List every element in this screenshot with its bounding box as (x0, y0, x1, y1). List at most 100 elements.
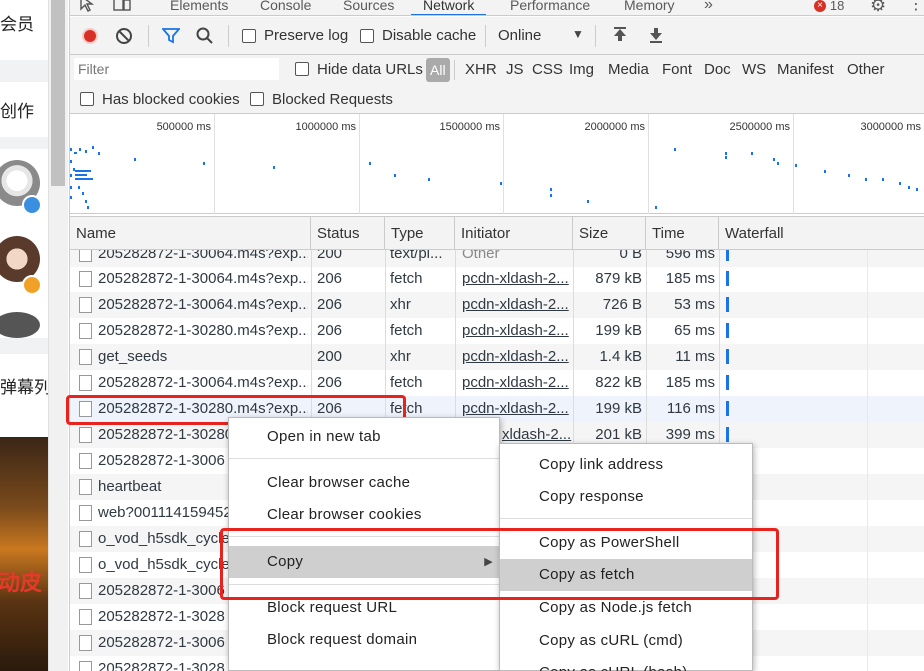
filter-type-js[interactable]: JS (506, 61, 524, 78)
network-overview-timeline[interactable]: 500000 ms 1000000 ms 1500000 ms 2000000 … (70, 114, 924, 214)
request-size: 879 kB (595, 270, 642, 287)
filter-type-all[interactable]: All (426, 58, 450, 82)
request-row[interactable]: 205282872-1-30064.m4s?exp... 200 text/pl… (70, 250, 924, 267)
error-count: 18 (829, 0, 845, 13)
webpage-scrollbar-thumb[interactable] (51, 0, 65, 186)
menu-item-copy-response[interactable]: Copy response (500, 481, 752, 513)
filter-type-media[interactable]: Media (608, 61, 649, 78)
column-header-status[interactable]: Status (311, 217, 385, 250)
filter-divider (454, 60, 455, 80)
menu-item-copy-as-curl-cmd[interactable]: Copy as cURL (cmd) (500, 625, 752, 657)
hide-data-urls-checkbox[interactable] (295, 62, 309, 76)
tab-console[interactable]: Console (260, 0, 311, 15)
disable-cache-checkbox[interactable] (360, 29, 374, 43)
tab-network[interactable]: Network (411, 0, 487, 15)
request-name: 205282872-1-3006 (98, 582, 225, 599)
column-header-waterfall[interactable]: Waterfall (719, 217, 924, 250)
toolbar-divider (485, 25, 486, 47)
waterfall-bar (726, 349, 729, 364)
filter-type-doc[interactable]: Doc (704, 61, 731, 78)
request-initiator[interactable]: pcdn-xldash-2... (462, 370, 572, 396)
background-webpage: 会员 创作 弹幕列 动皮 (0, 0, 48, 671)
request-name: 205282872-1-3028 (98, 608, 225, 625)
request-name: 205282872-1-30064.m4s?exp... (98, 296, 308, 313)
error-counter[interactable]: × 18 (814, 0, 845, 15)
filter-funnel-icon[interactable] (161, 28, 181, 47)
preserve-log-checkbox[interactable] (242, 29, 256, 43)
filter-type-xhr[interactable]: XHR (465, 61, 497, 78)
menu-separator (500, 518, 752, 519)
more-options-icon[interactable]: ⋮ (908, 0, 924, 15)
tab-memory[interactable]: Memory (624, 0, 675, 15)
filter-type-ws[interactable]: WS (742, 61, 766, 78)
search-icon[interactable] (196, 27, 214, 48)
disable-cache-label: Disable cache (382, 27, 477, 44)
filter-input[interactable] (74, 58, 279, 80)
file-icon (79, 427, 92, 443)
device-toolbar-icon[interactable] (112, 0, 132, 15)
user-avatar[interactable] (0, 312, 40, 338)
tab-sources[interactable]: Sources (343, 0, 394, 15)
column-header-name[interactable]: Name (70, 217, 311, 250)
request-time: 185 ms (665, 270, 715, 287)
clear-log-icon[interactable] (115, 27, 133, 48)
throttling-select[interactable]: Online (498, 27, 541, 44)
menu-item-open-new-tab[interactable]: Open in new tab (229, 421, 499, 453)
request-initiator[interactable]: pcdn-xldash-2... (462, 266, 572, 292)
filter-type-manifest[interactable]: Manifest (777, 61, 834, 78)
error-icon: × (814, 0, 826, 13)
request-size: 199 kB (595, 400, 642, 417)
webpage-divider (0, 338, 48, 354)
waterfall-bar (726, 250, 729, 261)
request-initiator[interactable]: pcdn-xldash-2... (462, 318, 572, 344)
blocked-requests-checkbox[interactable] (250, 92, 264, 106)
column-header-type[interactable]: Type (385, 217, 455, 250)
filter-type-font[interactable]: Font (662, 61, 692, 78)
record-button[interactable] (82, 28, 98, 44)
request-type: fetch (390, 374, 423, 391)
webpage-text: 创作 (0, 102, 34, 121)
export-har-icon[interactable] (648, 26, 664, 47)
menu-item-clear-browser-cookies[interactable]: Clear browser cookies (229, 499, 499, 531)
request-row[interactable]: 205282872-1-30064.m4s?exp... 206 xhr pcd… (70, 292, 924, 318)
request-row[interactable]: 205282872-1-30064.m4s?exp... 206 fetch p… (70, 266, 924, 292)
filter-type-css[interactable]: CSS (532, 61, 563, 78)
verified-badge-icon (22, 195, 42, 215)
menu-item-copy-as-curl-bash[interactable]: Copy as cURL (bash) (500, 657, 752, 671)
file-icon (79, 583, 92, 599)
request-row[interactable]: 205282872-1-30064.m4s?exp... 206 fetch p… (70, 370, 924, 396)
file-icon (79, 453, 92, 469)
request-time: 116 ms (666, 400, 715, 417)
column-header-size[interactable]: Size (573, 217, 646, 250)
toolbar-divider (595, 25, 596, 47)
file-icon (79, 505, 92, 521)
request-name: 205282872-1-30064.m4s?exp... (98, 250, 308, 262)
filter-bar: Hide data URLs All XHR JS CSS Img Media … (70, 55, 924, 85)
file-icon (79, 349, 92, 365)
column-header-time[interactable]: Time (646, 217, 719, 250)
request-initiator[interactable]: pcdn-xldash-2... (462, 344, 572, 370)
request-row[interactable]: get_seeds 200 xhr pcdn-xldash-2... 1.4 k… (70, 344, 924, 370)
import-har-icon[interactable] (612, 26, 628, 47)
menu-item-copy-link-address[interactable]: Copy link address (500, 449, 752, 481)
inspect-element-icon[interactable] (78, 0, 96, 15)
menu-item-block-request-domain[interactable]: Block request domain (229, 624, 499, 656)
has-blocked-cookies-checkbox[interactable] (80, 92, 94, 106)
tab-elements[interactable]: Elements (170, 0, 228, 15)
request-initiator[interactable]: pcdn-xldash-2... (462, 292, 572, 318)
file-icon (79, 297, 92, 313)
settings-gear-icon[interactable]: ⚙ (870, 0, 886, 15)
request-row[interactable]: 205282872-1-30280.m4s?exp... 206 fetch p… (70, 318, 924, 344)
request-type: fetch (390, 270, 423, 287)
devtools-tabbar: Elements Console Sources Network Perform… (70, 0, 924, 16)
menu-separator (229, 458, 499, 459)
chevron-down-icon[interactable]: ▼ (572, 27, 584, 41)
more-tabs-button[interactable]: » (704, 0, 713, 15)
request-time: 53 ms (674, 296, 715, 313)
column-header-initiator[interactable]: Initiator (455, 217, 573, 250)
menu-item-clear-browser-cache[interactable]: Clear browser cache (229, 467, 499, 499)
tab-performance[interactable]: Performance (510, 0, 590, 15)
webpage-banner-image[interactable] (0, 437, 48, 671)
filter-type-other[interactable]: Other (847, 61, 885, 78)
filter-type-img[interactable]: Img (569, 61, 594, 78)
